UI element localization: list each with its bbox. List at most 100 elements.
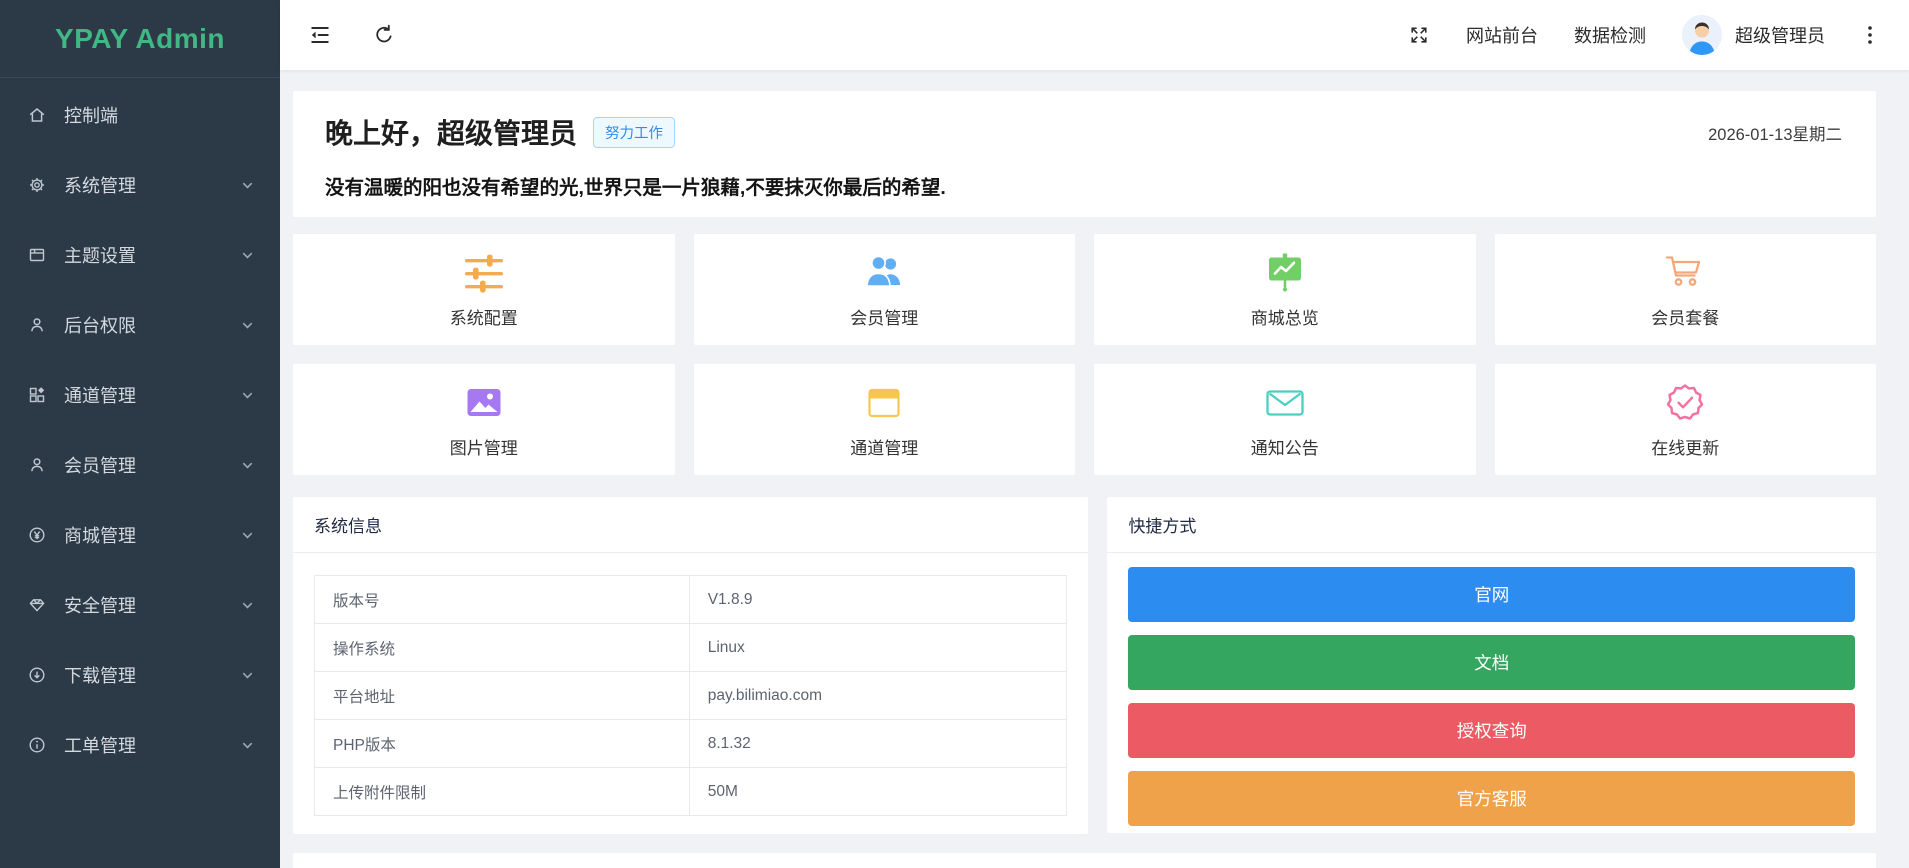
chevron-down-icon	[241, 459, 254, 472]
info-value: pay.bilimiao.com	[688, 671, 1068, 720]
card-image-management[interactable]: 图片管理	[293, 364, 675, 475]
user-icon	[26, 454, 48, 476]
sidebar-menu: 控制端 系统管理 主题设置 后台权限 通道管理 会员管理 商城管理 安全管理 下…	[0, 78, 280, 780]
card-label: 通道管理	[850, 439, 919, 458]
board-chart-icon	[1263, 250, 1307, 296]
shortcuts-title: 快捷方式	[1107, 497, 1876, 553]
card-member-packages[interactable]: 会员套餐	[1494, 234, 1876, 345]
theme-icon	[26, 244, 48, 266]
info-label: 上传附件限制	[314, 767, 690, 816]
sidebar-item-label: 下载管理	[64, 666, 136, 686]
gem-icon	[26, 594, 48, 616]
card-system-config[interactable]: 系统配置	[293, 234, 675, 345]
data-check-link[interactable]: 数据检测	[1574, 22, 1646, 48]
card-label: 会员管理	[850, 309, 919, 328]
card-online-update[interactable]: 在线更新	[1494, 364, 1876, 475]
chevron-down-icon	[241, 319, 254, 332]
support-button[interactable]: 官方客服	[1128, 771, 1855, 826]
license-query-button[interactable]: 授权查询	[1128, 703, 1855, 758]
info-value: 8.1.32	[688, 719, 1068, 768]
card-label: 商城总览	[1250, 309, 1319, 328]
users-icon	[862, 250, 906, 296]
sliders-icon	[462, 250, 506, 296]
collapse-sidebar-icon[interactable]	[308, 23, 332, 47]
admin-user-icon	[26, 314, 48, 336]
docs-button[interactable]: 文档	[1128, 635, 1855, 690]
sidebar-item-label: 控制端	[64, 106, 118, 126]
sidebar-item-system[interactable]: 系统管理	[0, 150, 280, 220]
more-menu-icon[interactable]	[1861, 24, 1879, 46]
app-logo: YPAY Admin	[0, 0, 280, 78]
topbar: 网站前台 数据检测 超级管理员	[280, 0, 1909, 70]
quick-cards-row-2: 图片管理 通道管理 通知公告 在线更新	[293, 364, 1876, 475]
sidebar-item-tickets[interactable]: 工单管理	[0, 710, 280, 780]
card-label: 系统配置	[449, 309, 518, 328]
table-row: 平台地址 pay.bilimiao.com	[314, 671, 1068, 720]
home-icon	[26, 104, 48, 126]
card-notices[interactable]: 通知公告	[1094, 364, 1476, 475]
sidebar-item-label: 安全管理	[64, 596, 136, 616]
table-row: 操作系统 Linux	[314, 623, 1068, 672]
sidebar-item-label: 通道管理	[64, 386, 136, 406]
card-label: 通知公告	[1250, 439, 1319, 458]
chevron-down-icon	[241, 739, 254, 752]
sidebar-item-downloads[interactable]: 下载管理	[0, 640, 280, 710]
fullscreen-icon[interactable]	[1408, 24, 1430, 46]
content: 晚上好，超级管理员 努力工作 没有温暖的阳也没有希望的光,世界只是一片狼藉,不要…	[280, 70, 1909, 868]
system-info-title: 系统信息	[293, 497, 1089, 553]
site-frontend-link[interactable]: 网站前台	[1466, 22, 1538, 48]
user-menu[interactable]: 超级管理员	[1682, 15, 1825, 55]
bottom-panels: 系统信息 版本号 V1.8.9 操作系统 Linux 平台地址 pay.bili…	[293, 497, 1876, 834]
chevron-down-icon	[241, 179, 254, 192]
info-value: 50M	[688, 767, 1068, 816]
card-label: 会员套餐	[1651, 309, 1720, 328]
apps-icon	[26, 384, 48, 406]
chevron-down-icon	[241, 249, 254, 262]
sidebar-item-mall[interactable]: 商城管理	[0, 500, 280, 570]
chevron-down-icon	[241, 529, 254, 542]
mail-icon	[1263, 380, 1307, 426]
table-row: PHP版本 8.1.32	[314, 719, 1068, 768]
info-value: V1.8.9	[688, 575, 1068, 624]
sidebar-item-permissions[interactable]: 后台权限	[0, 290, 280, 360]
sidebar-item-label: 主题设置	[64, 246, 136, 266]
chevron-down-icon	[241, 389, 254, 402]
table-row: 上传附件限制 50M	[314, 767, 1068, 816]
badge-check-icon	[1663, 380, 1707, 426]
card-label: 在线更新	[1651, 439, 1720, 458]
image-icon	[462, 380, 506, 426]
sidebar: YPAY Admin 控制端 系统管理 主题设置 后台权限 通道管理 会员管理 …	[0, 0, 280, 868]
quick-cards-row-1: 系统配置 会员管理 商城总览 会员套餐	[293, 234, 1876, 345]
motto-text: 没有温暖的阳也没有希望的光,世界只是一片狼藉,不要抹灭你最后的希望.	[325, 177, 946, 199]
sidebar-item-label: 系统管理	[64, 176, 136, 196]
cart-icon	[1663, 250, 1707, 296]
yen-circle-icon	[26, 524, 48, 546]
calendar-icon	[862, 380, 906, 426]
sidebar-item-members[interactable]: 会员管理	[0, 430, 280, 500]
sidebar-item-label: 后台权限	[64, 316, 136, 336]
info-label: 操作系统	[314, 623, 690, 672]
shortcuts-panel: 快捷方式 官网 文档 授权查询 官方客服	[1107, 497, 1876, 833]
card-member-management[interactable]: 会员管理	[693, 234, 1075, 345]
chevron-down-icon	[241, 669, 254, 682]
info-value: Linux	[688, 623, 1068, 672]
card-label: 图片管理	[449, 439, 518, 458]
system-info-panel: 系统信息 版本号 V1.8.9 操作系统 Linux 平台地址 pay.bili…	[293, 497, 1089, 834]
sidebar-item-security[interactable]: 安全管理	[0, 570, 280, 640]
sidebar-item-label: 会员管理	[64, 456, 136, 476]
next-panel-partial	[293, 853, 1876, 868]
sidebar-item-dashboard[interactable]: 控制端	[0, 80, 280, 150]
sidebar-item-theme[interactable]: 主题设置	[0, 220, 280, 290]
official-site-button[interactable]: 官网	[1128, 567, 1855, 622]
card-mall-overview[interactable]: 商城总览	[1094, 234, 1476, 345]
system-info-table: 版本号 V1.8.9 操作系统 Linux 平台地址 pay.bilimiao.…	[314, 575, 1068, 816]
main-area: 网站前台 数据检测 超级管理员 晚上好，超级管理员 努力工作 没有温暖的阳也没有…	[280, 0, 1909, 868]
info-label: 平台地址	[314, 671, 690, 720]
info-label: 版本号	[314, 575, 690, 624]
sidebar-item-label: 商城管理	[64, 526, 136, 546]
sidebar-item-channels[interactable]: 通道管理	[0, 360, 280, 430]
info-label: PHP版本	[314, 719, 690, 768]
refresh-icon[interactable]	[372, 23, 396, 47]
username: 超级管理员	[1735, 26, 1825, 46]
card-channel-management[interactable]: 通道管理	[693, 364, 1075, 475]
